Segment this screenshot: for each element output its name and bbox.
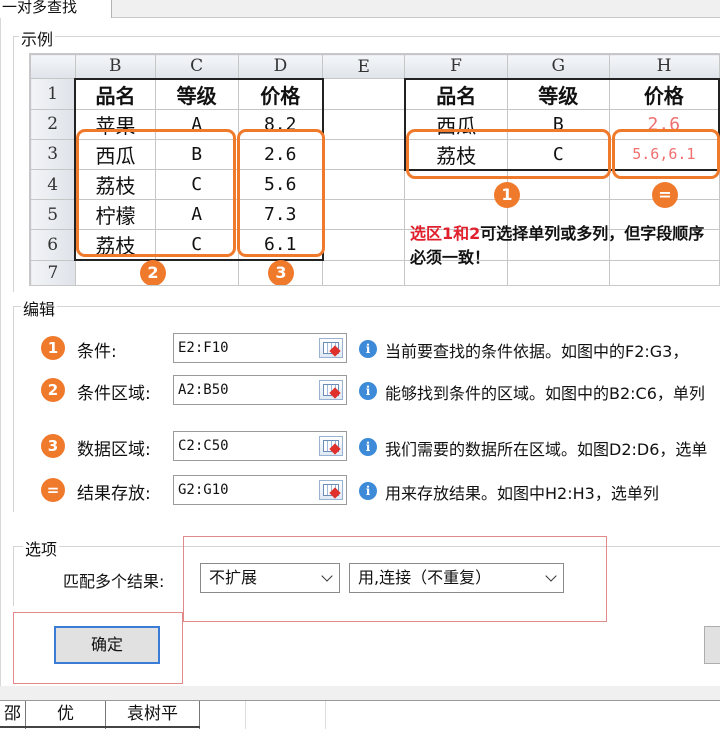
options-group-label: 选项 [23,536,60,560]
marker-two-icon: 2 [41,378,65,402]
column-letter: H [608,54,720,79]
screen: 一对多查找 示例 B C D E F G H 1 品名 等级 价格 品名 等级 … [0,0,720,729]
data-range-field[interactable]: C2:C50 [173,431,347,461]
row-number: 3 [30,138,76,170]
cell [322,199,406,230]
match-multiple-label: 匹配多个结果: [63,572,165,591]
data-range-description: 我们需要的数据所在区域。如图D2:D6，选单 [385,440,708,459]
sheet-cell[interactable] [246,701,326,729]
result-output-description: 用来存放结果。如图中H2:H3，选单列 [385,484,659,503]
join-mode-select[interactable]: 用,连接（不重复） [349,563,564,593]
condition-description: 当前要查找的条件依据。如图中的F2:G3， [385,342,689,361]
example-group-border-top [13,36,720,37]
edit-group-border-left [13,306,14,512]
cell [154,259,239,285]
example-group-border-left [13,36,14,292]
marker-three-icon: 3 [268,260,294,285]
column-letter: E [322,54,406,79]
tab-one-to-many-lookup[interactable]: 一对多查找 [0,0,112,19]
row-number: 5 [30,199,76,230]
condition-range-field[interactable]: A2:B50 [173,375,347,405]
chevron-down-icon [545,570,557,582]
row-number: 7 [30,259,76,285]
corner-cell [30,54,76,79]
sheet-cell-border [0,700,200,728]
header-cell-grade: 等级 [506,77,610,110]
secondary-button[interactable] [704,626,720,664]
marker-two-icon: 2 [140,260,166,285]
condition-range-description: 能够找到条件的区域。如图中的B2:C6，单列 [385,384,705,403]
highlight-condition-range [76,129,236,257]
header-cell-price: 价格 [237,77,324,110]
join-mode-value: 用,连接（不重复） [358,568,492,587]
column-letter: C [154,54,239,79]
info-icon: i [359,382,377,400]
range-picker-icon[interactable] [319,480,343,500]
edit-group-label: 编辑 [21,296,58,320]
condition-range-label: 条件区域: [77,384,151,404]
range-picker-icon[interactable] [319,338,343,358]
column-header-row: B C D E F G H [30,54,720,79]
expand-mode-select[interactable]: 不扩展 [200,563,340,593]
row-number: 6 [30,229,76,261]
range-picker-icon[interactable] [319,436,343,456]
marker-three-icon: 3 [41,434,65,458]
info-icon: i [359,438,377,456]
row-number: 1 [30,78,76,110]
row-number: 4 [30,169,76,200]
example-note: 选区1和2可选择单列或多列，但字段顺序必须一致！ [410,222,710,270]
example-group-label: 示例 [19,26,56,50]
cell [322,169,406,200]
cell [322,138,406,170]
table-row: 1 品名 等级 价格 品名 等级 价格 [30,77,720,110]
highlight-result [612,129,720,179]
data-range-label: 数据区域: [77,440,151,460]
cell [322,229,406,261]
info-icon: i [359,340,377,358]
header-cell-name: 品名 [74,77,156,110]
info-icon: i [359,482,377,500]
cell [322,78,406,110]
chevron-down-icon [321,570,333,582]
condition-range-value: A2:B50 [178,382,229,398]
data-range-value: C2:C50 [178,438,229,454]
header-cell-grade: 等级 [154,77,239,110]
marker-equals-icon: = [41,478,65,502]
header-cell-name: 品名 [403,77,508,110]
cell [322,108,406,140]
tab-strip: 一对多查找 [0,0,720,19]
result-output-value: G2:G10 [178,482,229,498]
sheet-cell[interactable] [200,701,246,729]
column-letter: G [506,54,610,79]
result-output-field[interactable]: G2:G10 [173,475,347,505]
marker-equals-icon: = [652,182,678,208]
highlight-data-range [237,129,325,257]
edit-group-border-top [13,306,720,307]
range-picker-icon[interactable] [319,380,343,400]
note-highlight: 选区1和2 [410,224,481,243]
result-output-label: 结果存放: [77,484,151,504]
condition-label: 条件: [77,342,117,362]
example-spreadsheet: B C D E F G H 1 品名 等级 价格 品名 等级 价格 2 苹果 A… [29,53,720,286]
header-cell-price: 价格 [608,77,720,110]
cell [322,259,406,285]
column-letter: B [74,54,156,79]
lookup-dialog: 示例 B C D E F G H 1 品名 等级 价格 品名 等级 价格 2 苹… [0,18,720,686]
condition-value: E2:F10 [178,340,229,356]
condition-field[interactable]: E2:F10 [173,333,347,363]
highlight-condition [406,129,611,179]
marker-one-icon: 1 [494,182,520,208]
marker-one-icon: 1 [41,336,65,360]
ok-button[interactable]: 确定 [54,626,160,664]
column-letter: F [404,54,508,79]
options-group-border-left [13,546,14,606]
column-letter: D [237,54,324,79]
expand-mode-value: 不扩展 [209,568,258,587]
row-number: 2 [30,108,76,140]
